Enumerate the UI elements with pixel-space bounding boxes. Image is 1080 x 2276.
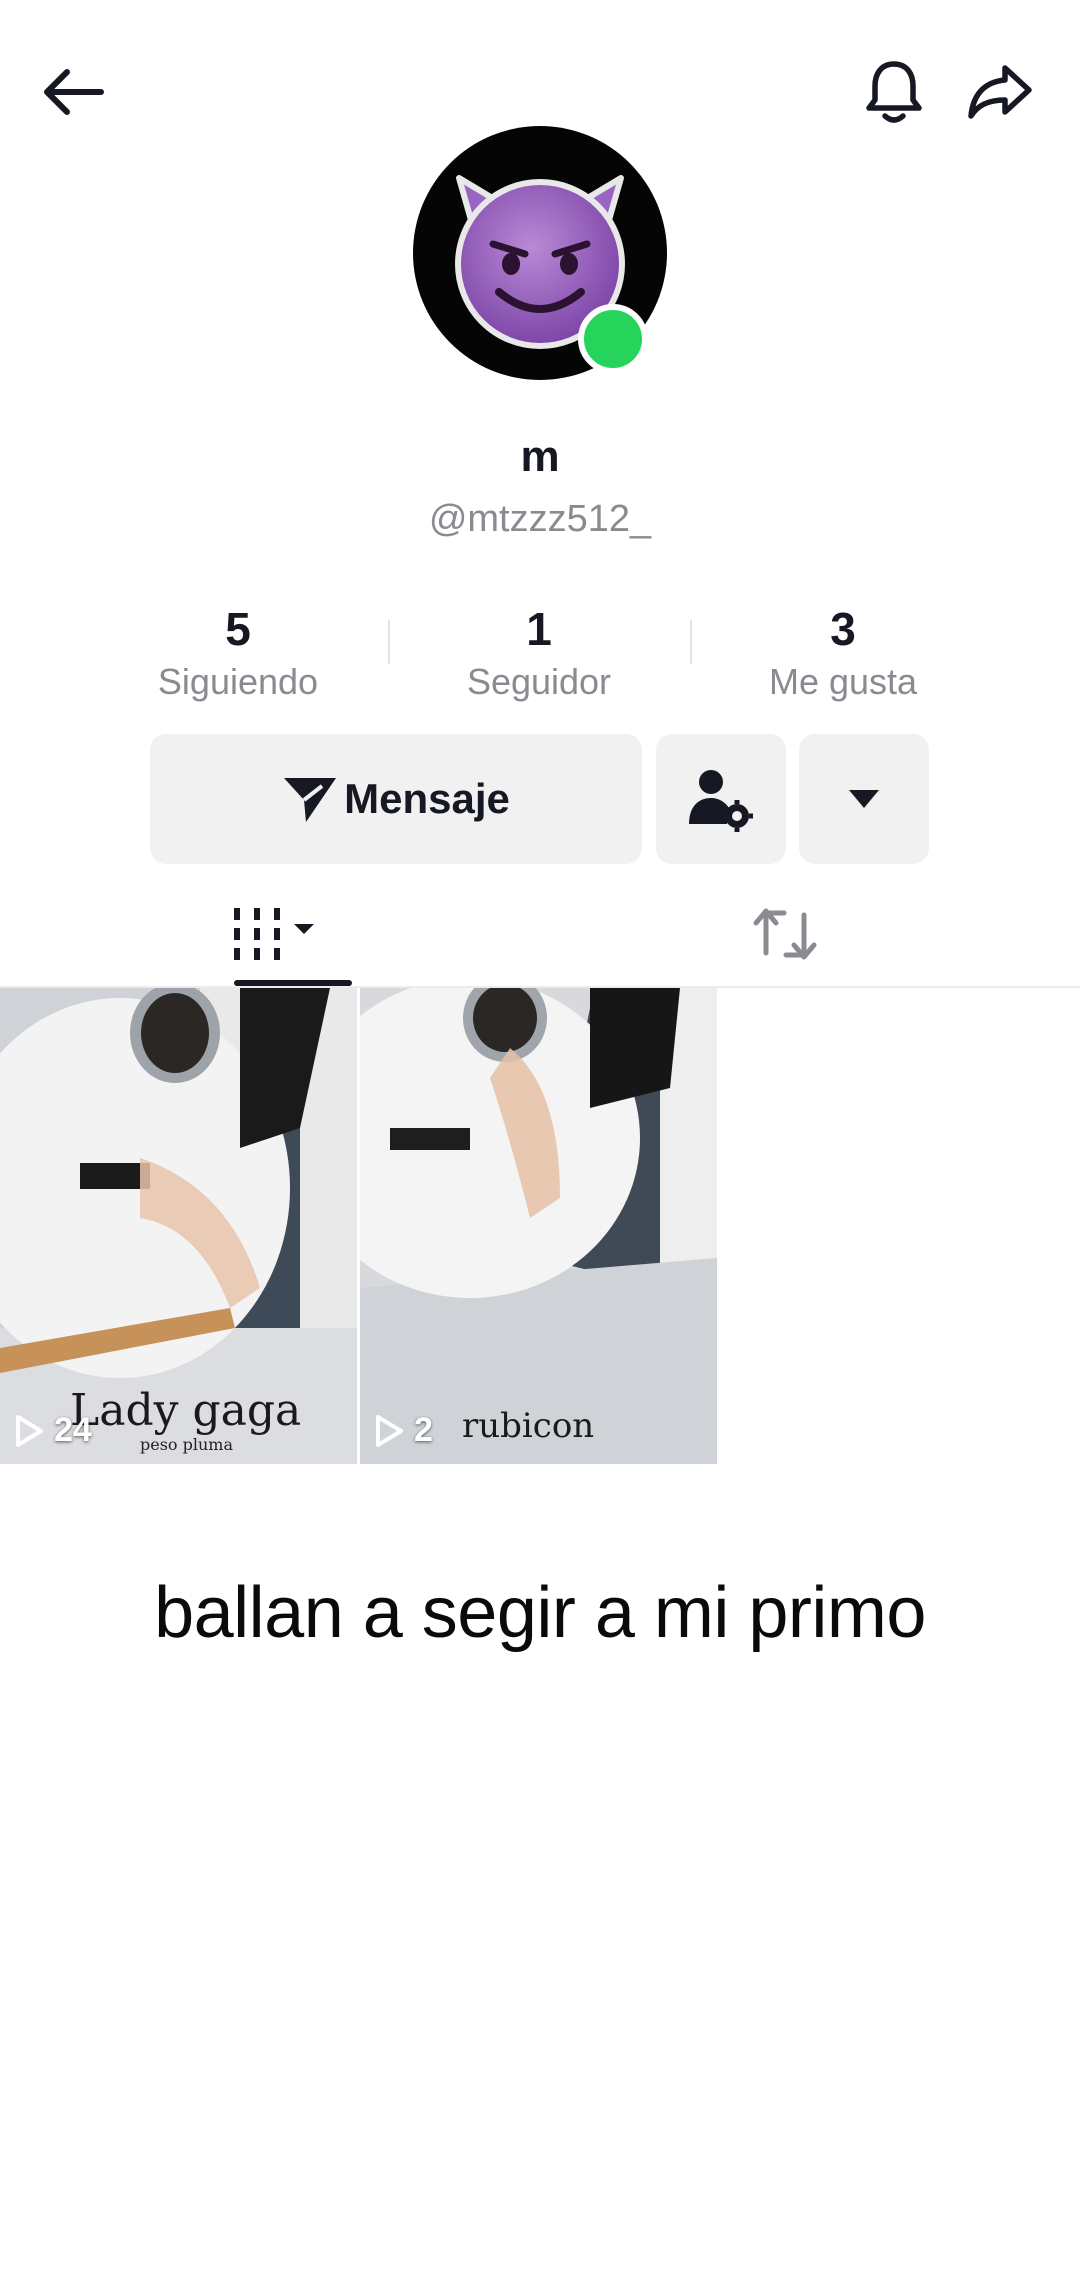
tab-videos[interactable] [180, 880, 370, 988]
notifications-button[interactable] [846, 44, 942, 140]
video-thumbnail[interactable]: rubicon 2 [360, 988, 717, 1464]
video-thumbnail[interactable]: Lady gaga peso pluma 24 [0, 988, 357, 1464]
followers-count: 1 [526, 603, 552, 655]
caret-down-icon [849, 790, 879, 808]
share-arrow-icon [968, 65, 1032, 119]
video-caption: rubicon [462, 1406, 595, 1446]
view-count: 24 [14, 1411, 92, 1450]
view-count-value: 24 [54, 1411, 92, 1449]
overlay-caption: ballan a segir a mi primo [154, 1573, 926, 1653]
following-stat[interactable]: 5 Siguiendo [88, 600, 388, 706]
arrow-left-icon [44, 69, 104, 115]
view-count: 2 [374, 1411, 433, 1450]
likes-label: Me gusta [768, 661, 918, 702]
following-count: 5 [225, 603, 251, 655]
back-button[interactable] [24, 44, 120, 140]
likes-count: 3 [830, 603, 856, 655]
video-preview-image [360, 988, 717, 1464]
repost-icon [753, 908, 817, 960]
bell-icon [866, 61, 922, 123]
followers-label: Seguidor [466, 661, 612, 702]
followers-stat[interactable]: 1 Seguidor [389, 600, 689, 706]
grid-bars-icon [234, 908, 314, 960]
username-handle: @mtzzz512_ [428, 498, 652, 540]
user-settings-icon [689, 770, 753, 832]
play-icon [16, 1414, 43, 1447]
likes-stat[interactable]: 3 Me gusta [693, 600, 993, 706]
message-button-label: Mensaje [344, 775, 510, 822]
stat-divider [690, 620, 692, 664]
video-sub-caption: peso pluma [140, 1435, 234, 1454]
friend-settings-button[interactable] [656, 734, 786, 864]
tab-reposts[interactable] [690, 880, 880, 988]
following-label: Siguiendo [157, 661, 319, 702]
video-caption: Lady gaga [70, 1385, 302, 1436]
display-name: m [520, 432, 560, 481]
view-count-value: 2 [414, 1411, 433, 1449]
message-button[interactable]: Mensaje [150, 734, 642, 864]
more-options-button[interactable] [799, 734, 929, 864]
online-status-dot [578, 304, 648, 374]
play-icon [376, 1414, 403, 1447]
share-button[interactable] [952, 44, 1048, 140]
send-plane-icon [284, 778, 337, 822]
